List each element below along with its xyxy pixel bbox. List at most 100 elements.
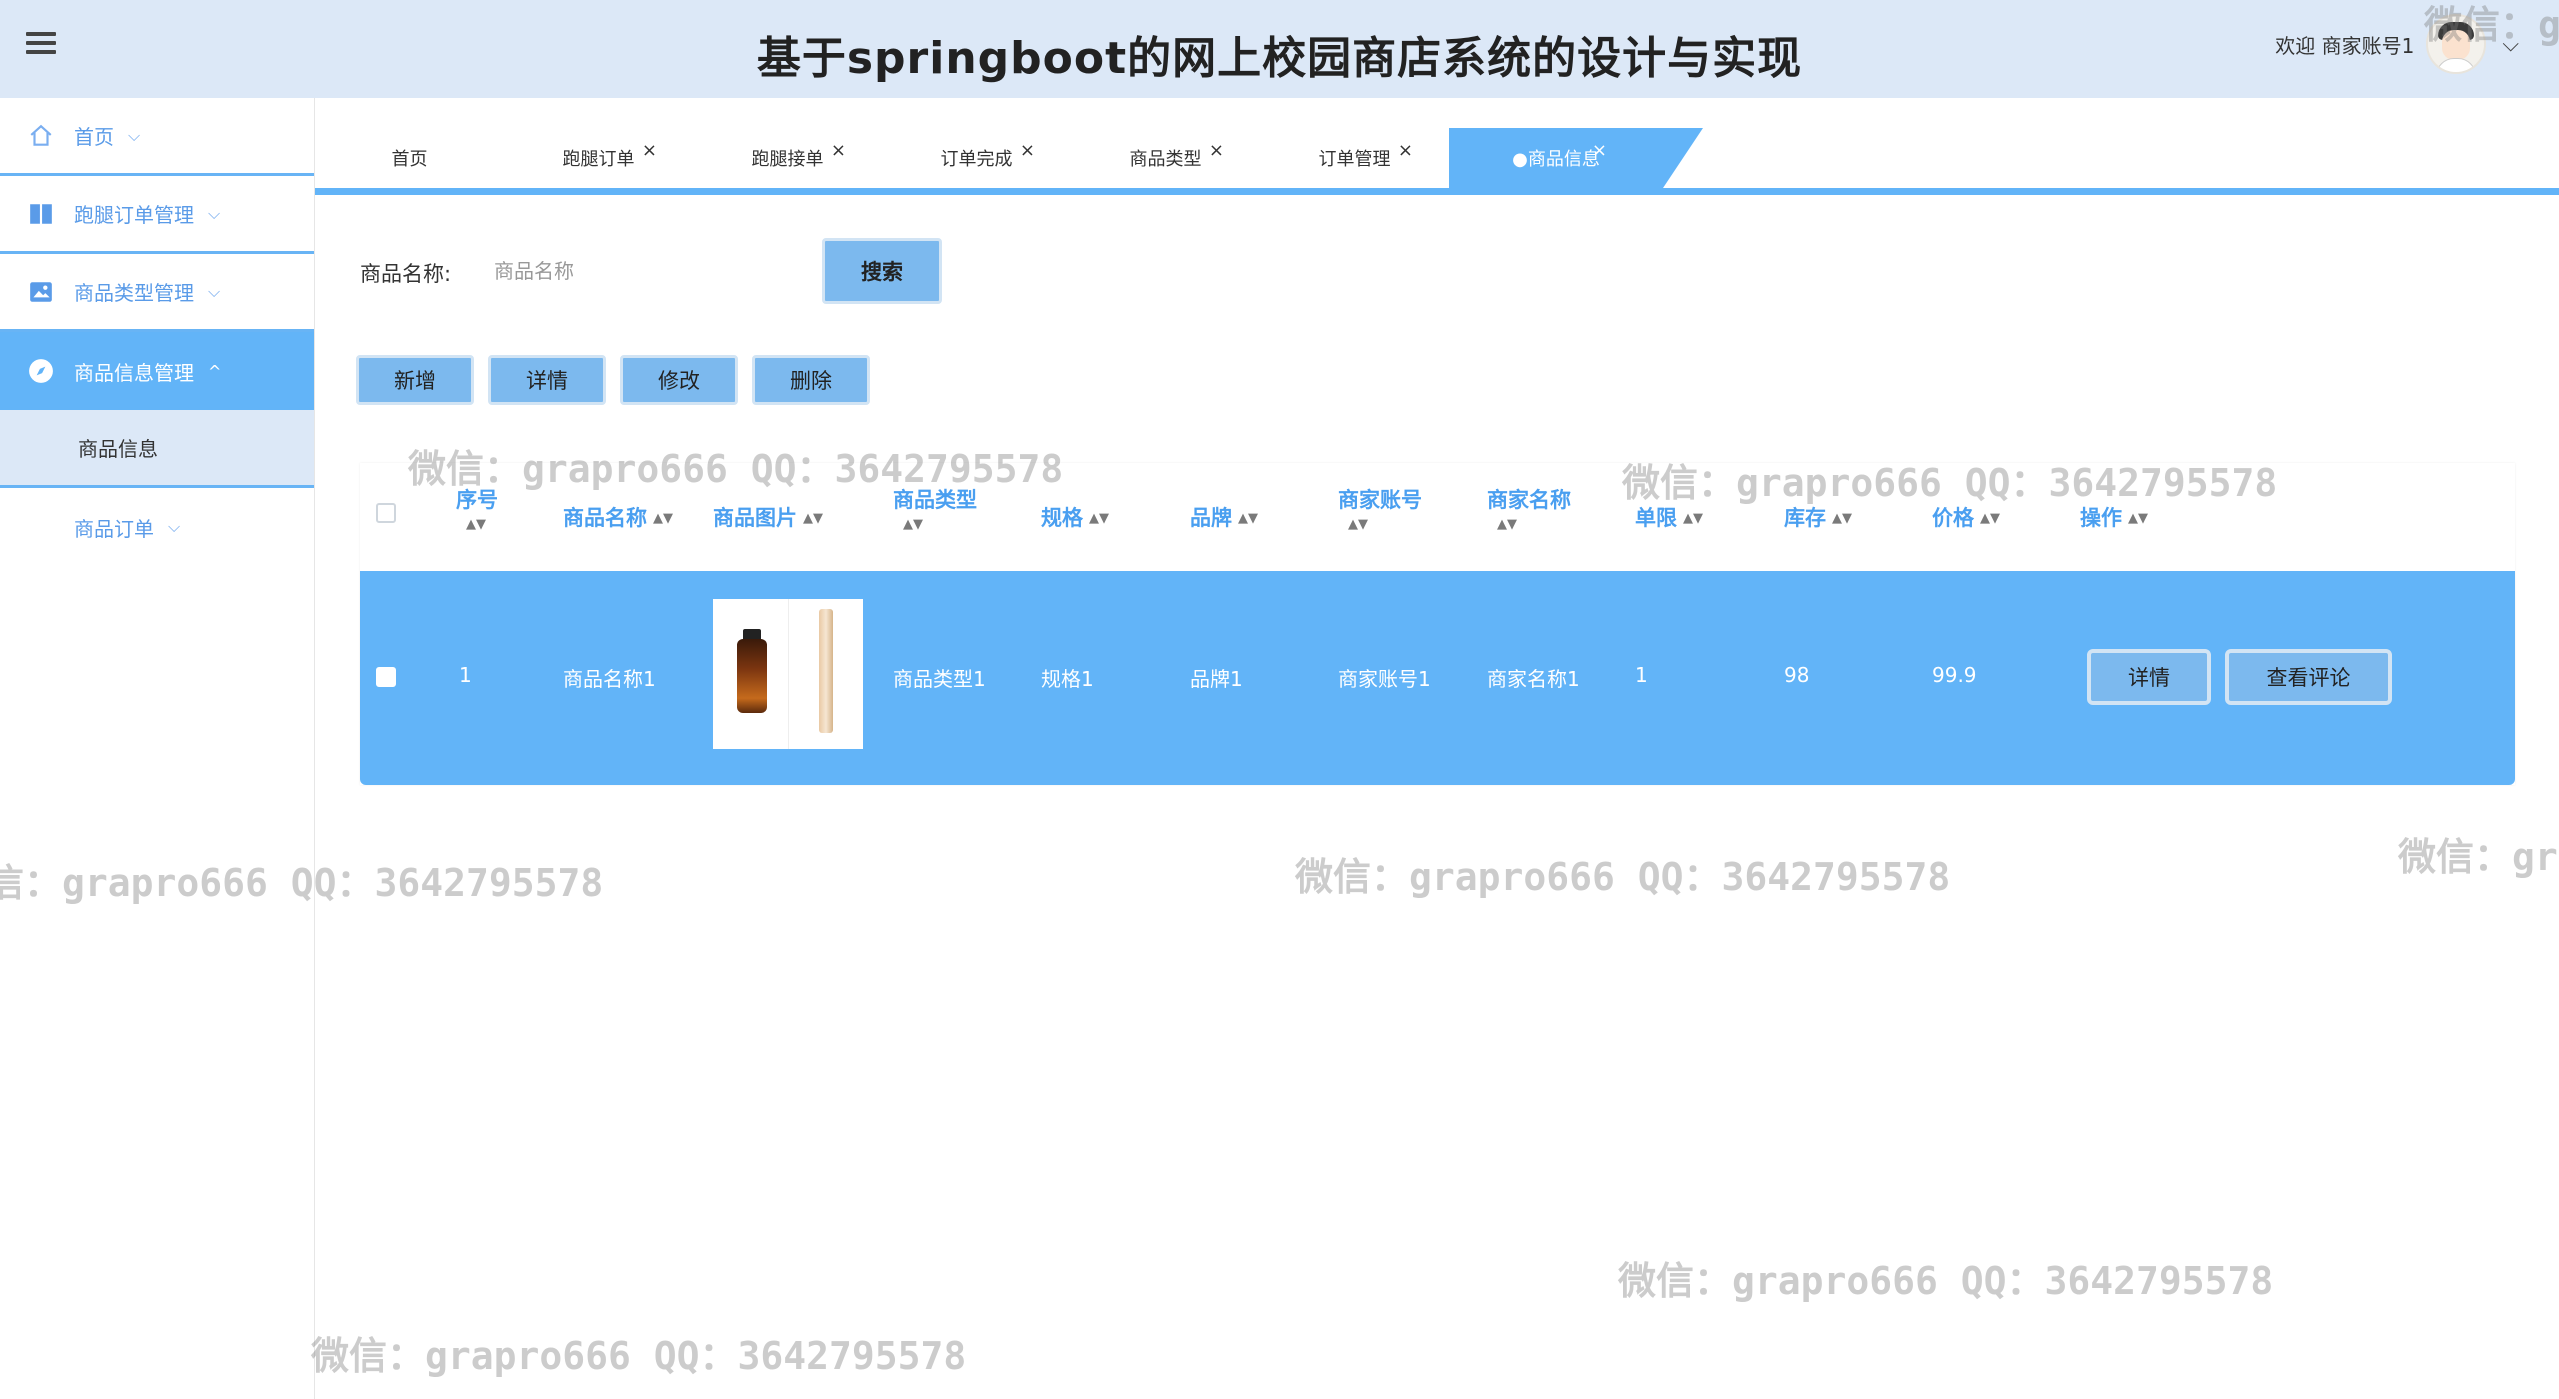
tab-label: 首页 xyxy=(391,149,428,170)
book-icon xyxy=(30,203,52,224)
cell-price: 99.9 xyxy=(1932,663,1977,687)
tab-underline xyxy=(315,188,2559,195)
sort-icon[interactable]: ▲▼ xyxy=(1238,512,1258,525)
sidebar-item-label: 跑腿订单管理 xyxy=(74,203,194,227)
compass-icon xyxy=(29,359,53,383)
sidebar-item-label: 商品订单 xyxy=(74,516,154,541)
cell-limit: 1 xyxy=(1635,663,1648,687)
action-bar: 新增 详情 修改 删除 xyxy=(356,355,870,405)
sidebar-item-label: 商品信息管理 xyxy=(74,360,194,385)
sidebar-item-label: 首页 xyxy=(74,125,114,149)
col-header-type[interactable]: 商品类型 ▲▼ xyxy=(893,483,977,531)
tab-order-complete[interactable]: 订单完成 × xyxy=(882,128,1071,188)
detail-button[interactable]: 详情 xyxy=(488,355,606,405)
search-button[interactable]: 搜索 xyxy=(822,238,942,304)
table-row[interactable]: 1 商品名称1 商品类型1 规格1 品牌1 商家账号1 商家名称1 1 98 9… xyxy=(360,571,2515,785)
chevron-down-icon: ⌵ xyxy=(128,125,141,145)
tab-label: 跑腿订单 xyxy=(562,149,635,170)
avatar[interactable] xyxy=(2426,14,2487,74)
chevron-down-icon: ⌵ xyxy=(208,203,221,223)
cell-brand: 品牌1 xyxy=(1190,667,1243,691)
home-icon xyxy=(30,124,52,146)
close-icon[interactable]: × xyxy=(642,140,657,161)
product-image[interactable] xyxy=(713,599,863,749)
delete-button[interactable]: 删除 xyxy=(752,355,870,405)
product-table: 序号 ▲▼ 商品名称 ▲▼ 商品图片 ▲▼ 商品类型 ▲▼ 规格 ▲▼ 品牌 ▲▼ 商家… xyxy=(360,463,2515,785)
cell-spec: 规格1 xyxy=(1041,667,1094,691)
cell-name: 商品名称1 xyxy=(563,667,656,691)
tab-bar: 首页 跑腿订单 × 跑腿接单 × 订单完成 × 商品类型 × 订单管理 × ●商品信息 × xyxy=(315,128,1703,188)
sort-icon[interactable]: ▲▼ xyxy=(1683,512,1703,525)
col-header-ops[interactable]: 操作 ▲▼ xyxy=(2080,501,2148,535)
sort-icon[interactable]: ▲▼ xyxy=(1348,518,1422,531)
search-input[interactable] xyxy=(480,246,810,296)
col-header-spec[interactable]: 规格 ▲▼ xyxy=(1041,501,1109,535)
welcome-text: 欢迎 商家账号1 xyxy=(2275,33,2415,58)
app-title: 基于springboot的网上校园商店系统的设计与实现 xyxy=(756,33,1803,84)
col-header-brand[interactable]: 品牌 ▲▼ xyxy=(1190,501,1258,535)
sort-icon[interactable]: ▲▼ xyxy=(1832,512,1852,525)
watermark: 微信：grapro666 QQ：3642795578 xyxy=(311,1334,967,1378)
col-header-price[interactable]: 价格 ▲▼ xyxy=(1932,501,2000,535)
tab-product-info[interactable]: ●商品信息 × xyxy=(1449,128,1703,188)
chevron-up-icon: ^ xyxy=(208,361,222,381)
watermark: 微信：grapro666 QQ：3642795578 xyxy=(1295,855,1951,899)
sort-icon[interactable]: ▲▼ xyxy=(2128,512,2148,525)
close-icon[interactable]: × xyxy=(1592,140,1607,161)
tab-home[interactable]: 首页 xyxy=(315,128,504,188)
watermark: 微信：gr xyxy=(2398,835,2558,879)
cell-type: 商品类型1 xyxy=(893,667,986,691)
sidebar-item-product-orders[interactable]: 商品订单 ⌵ xyxy=(0,488,314,566)
edit-button[interactable]: 修改 xyxy=(620,355,738,405)
close-icon[interactable]: × xyxy=(1020,140,1035,161)
chevron-down-icon[interactable]: ⌵ xyxy=(2502,32,2519,57)
select-all-checkbox[interactable] xyxy=(376,503,396,523)
col-header-index[interactable]: 序号 ▲▼ xyxy=(456,483,498,531)
sidebar-item-errand-orders[interactable]: 跑腿订单管理 ⌵ xyxy=(0,176,314,254)
sort-icon[interactable]: ▲▼ xyxy=(903,518,977,531)
close-icon[interactable]: × xyxy=(1398,140,1413,161)
sort-icon[interactable]: ▲▼ xyxy=(466,518,498,531)
tab-errand-accept[interactable]: 跑腿接单 × xyxy=(693,128,882,188)
col-header-limit[interactable]: 单限 ▲▼ xyxy=(1635,501,1703,535)
tab-label: 订单完成 xyxy=(940,149,1013,170)
row-checkbox[interactable] xyxy=(376,667,396,687)
sidebar-item-product-info-mgmt[interactable]: 商品信息管理 ^ xyxy=(0,332,314,410)
table-header: 序号 ▲▼ 商品名称 ▲▼ 商品图片 ▲▼ 商品类型 ▲▼ 规格 ▲▼ 品牌 ▲▼ 商家… xyxy=(360,463,2515,571)
sidebar-subitem-product-info[interactable]: 商品信息 xyxy=(0,410,314,488)
tab-order-mgmt[interactable]: 订单管理 × xyxy=(1260,128,1449,188)
user-area[interactable]: 欢迎 商家账号1 ⌵ xyxy=(2275,14,2519,74)
close-icon[interactable]: × xyxy=(831,140,846,161)
image-icon xyxy=(30,281,52,302)
sort-icon[interactable]: ▲▼ xyxy=(653,512,673,525)
top-header: 基于springboot的网上校园商店系统的设计与实现 欢迎 商家账号1 ⌵ xyxy=(0,0,2559,98)
tab-label: 商品类型 xyxy=(1129,149,1202,170)
row-detail-button[interactable]: 详情 xyxy=(2087,649,2211,705)
sidebar-item-product-types[interactable]: 商品类型管理 ⌵ xyxy=(0,254,314,332)
col-header-name[interactable]: 商品名称 ▲▼ xyxy=(563,501,673,535)
tab-label: 跑腿接单 xyxy=(751,149,824,170)
sort-icon[interactable]: ▲▼ xyxy=(1089,512,1109,525)
cell-stock: 98 xyxy=(1784,663,1810,687)
cell-index: 1 xyxy=(459,663,472,687)
cell-merchant-name: 商家名称1 xyxy=(1487,667,1580,691)
close-icon[interactable]: × xyxy=(1209,140,1224,161)
col-header-merchant-name[interactable]: 商家名称 ▲▼ xyxy=(1487,483,1571,531)
col-header-merchant-account[interactable]: 商家账号 ▲▼ xyxy=(1338,483,1422,531)
search-label: 商品名称: xyxy=(360,262,452,286)
chevron-down-icon: ⌵ xyxy=(168,517,181,536)
sidebar-item-label: 商品类型管理 xyxy=(74,281,194,305)
col-header-image[interactable]: 商品图片 ▲▼ xyxy=(713,501,823,535)
tab-product-type[interactable]: 商品类型 × xyxy=(1071,128,1260,188)
sort-icon[interactable]: ▲▼ xyxy=(803,512,823,525)
tab-label: ●商品信息 xyxy=(1512,149,1600,170)
col-header-stock[interactable]: 库存 ▲▼ xyxy=(1784,501,1852,535)
sort-icon[interactable]: ▲▼ xyxy=(1980,512,2000,525)
watermark: 微信：grapro666 QQ：3642795578 xyxy=(1618,1259,2274,1303)
add-button[interactable]: 新增 xyxy=(356,355,474,405)
sidebar-item-home[interactable]: 首页 ⌵ xyxy=(0,98,314,176)
sort-icon[interactable]: ▲▼ xyxy=(1497,518,1571,531)
view-reviews-button[interactable]: 查看评论 xyxy=(2225,649,2392,705)
tab-errand-orders[interactable]: 跑腿订单 × xyxy=(504,128,693,188)
chevron-down-icon: ⌵ xyxy=(208,281,221,301)
